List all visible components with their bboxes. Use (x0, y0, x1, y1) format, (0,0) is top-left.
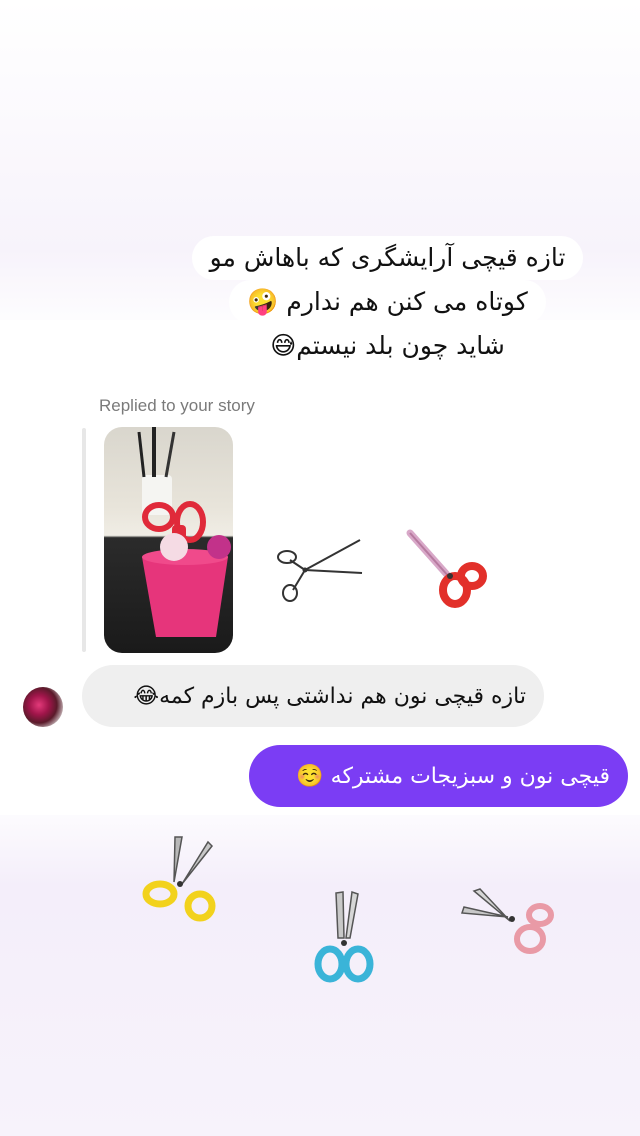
story-caption: تازه قیچی آرایشگری که باهاش مو کوتاه می … (150, 236, 625, 368)
scissors-red-icon (406, 529, 487, 608)
story-thumbnail[interactable] (104, 427, 233, 653)
story-photo (137, 427, 231, 637)
scissors-yellow-icon (142, 836, 216, 922)
scissors-pink-icon (460, 888, 554, 954)
caption-line-1: تازه قیچی آرایشگری که باهاش مو (191, 236, 584, 280)
outgoing-message[interactable]: قیچی نون و سبزیجات مشترکه ☺️ (249, 745, 628, 807)
outgoing-message-text: قیچی نون و سبزیجات مشترکه ☺️ (296, 763, 610, 789)
caption-line-2: کوتاه می کنن هم ندارم 🤪 (229, 280, 546, 324)
avatar[interactable] (23, 687, 63, 727)
replied-to-story-label: Replied to your story (99, 396, 255, 415)
scissors-sketch-icon (277, 539, 363, 602)
scissors-blue-icon (314, 891, 374, 983)
incoming-message-text: تازه قیچی نون هم نداشتی پس بازم کمه😂 (133, 683, 526, 709)
caption-line-3: شاید چون بلد نیستم😅 (252, 324, 523, 368)
incoming-message[interactable]: تازه قیچی نون هم نداشتی پس بازم کمه😂 (82, 665, 544, 727)
reply-indicator-bar (82, 428, 86, 652)
